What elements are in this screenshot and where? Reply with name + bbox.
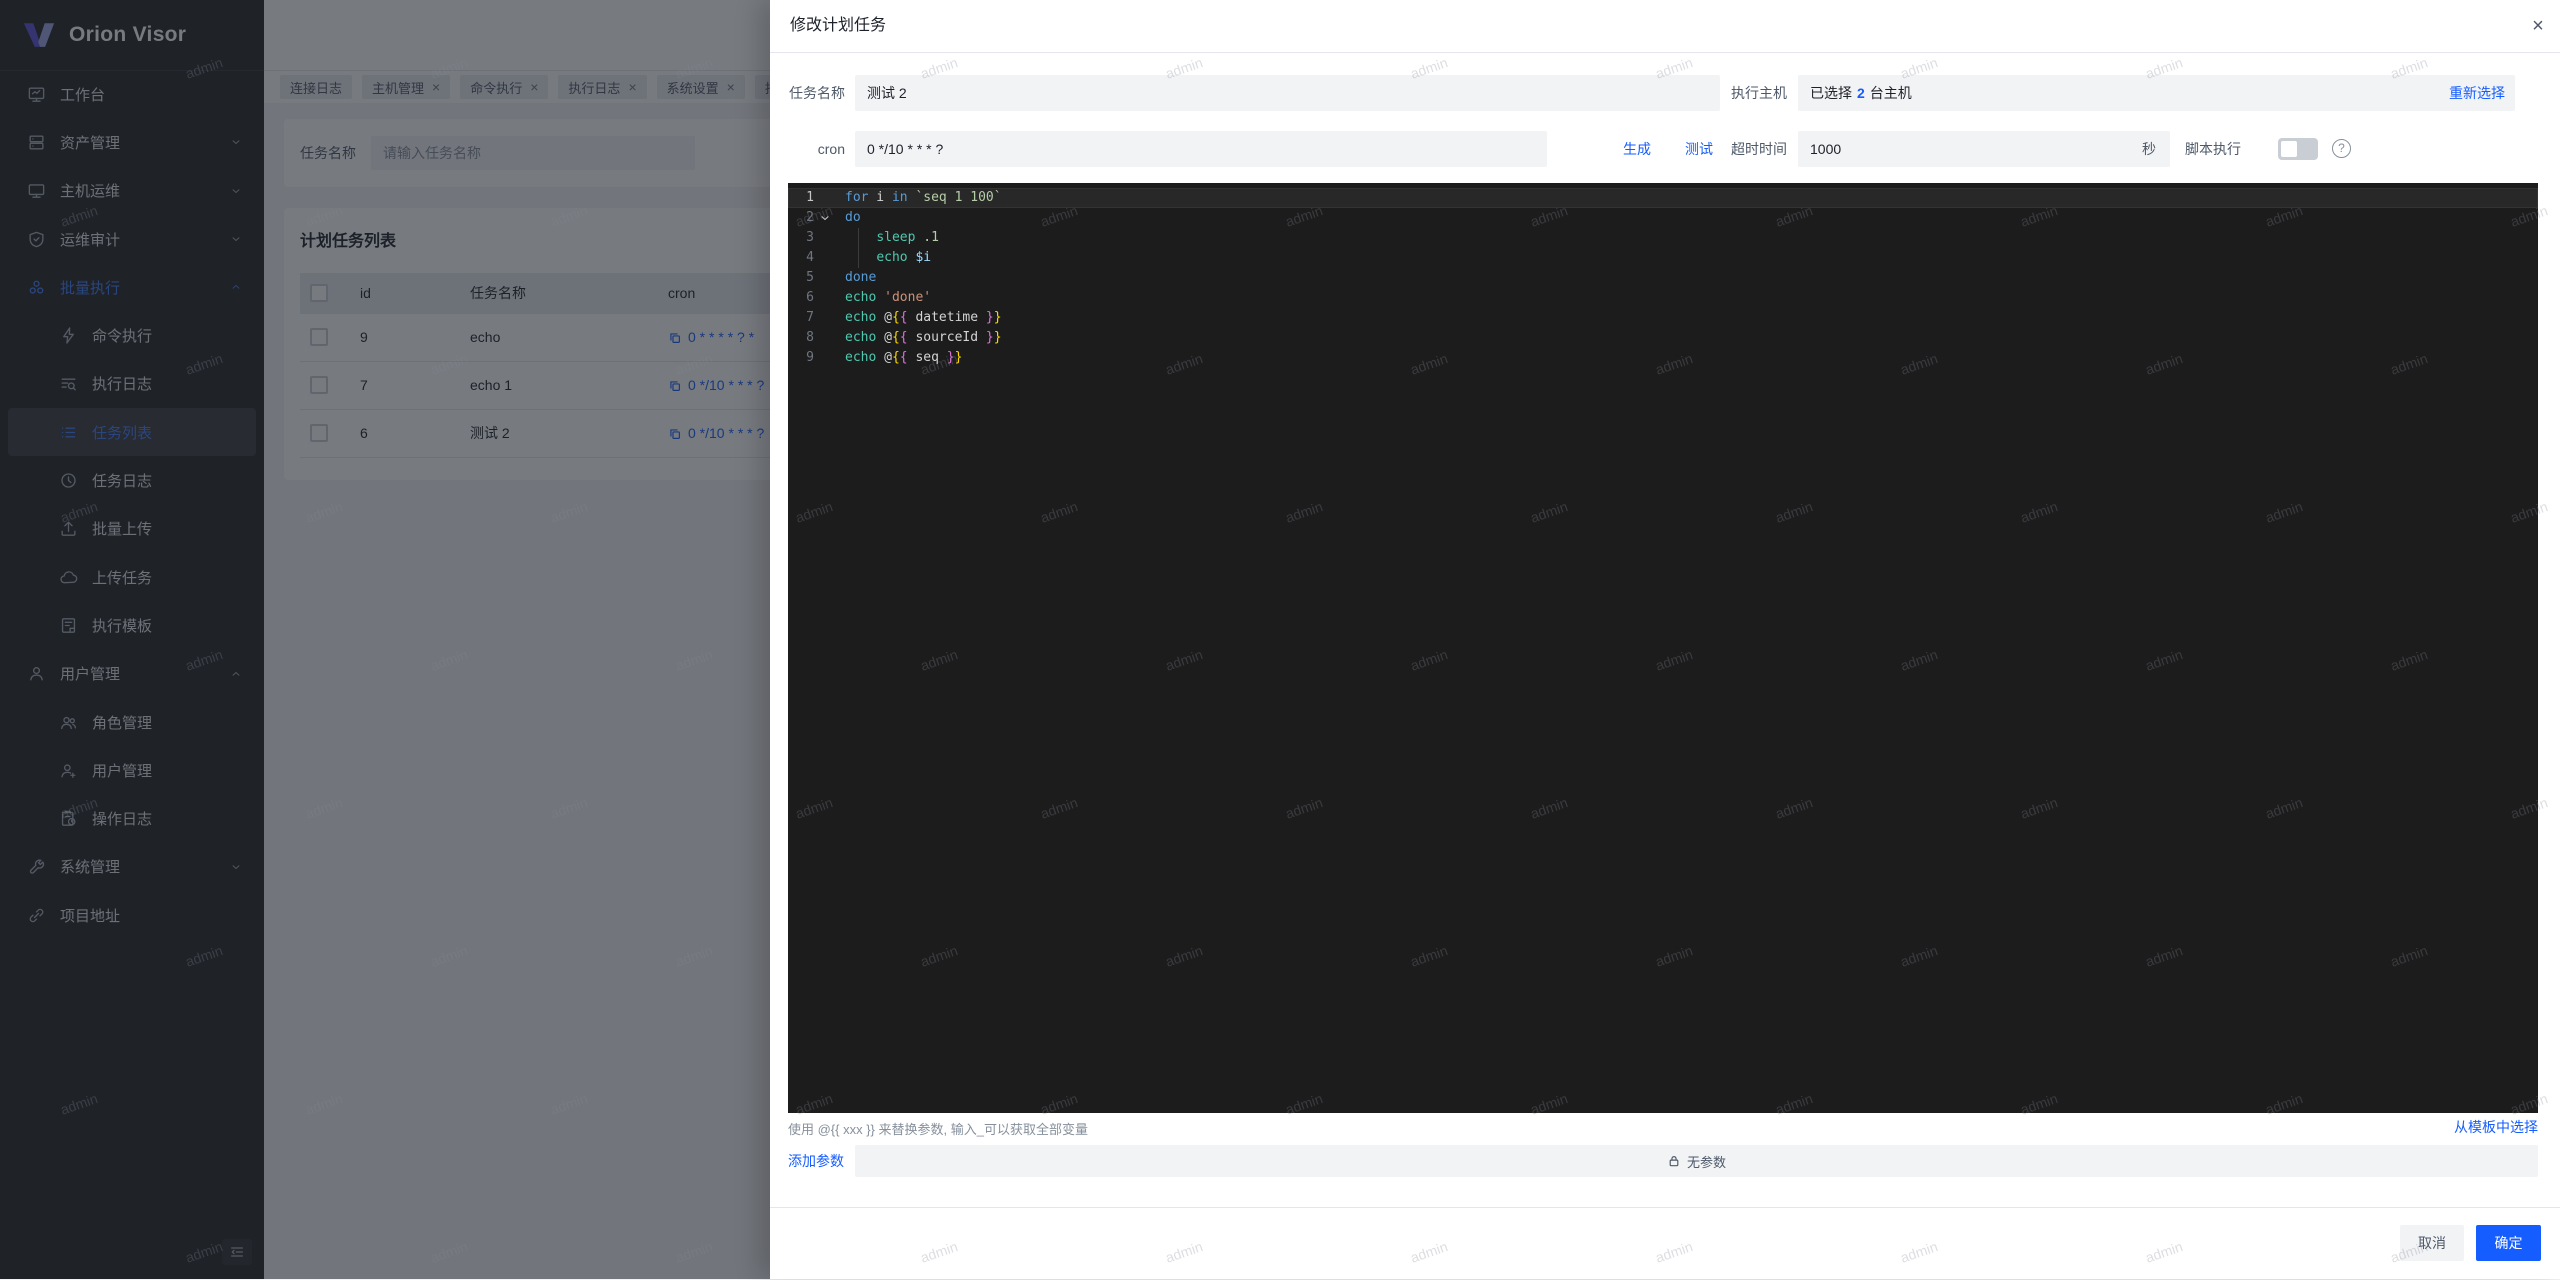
- task-name-input[interactable]: [855, 75, 1720, 111]
- host-selected-count: 2: [1857, 85, 1865, 101]
- help-icon[interactable]: ?: [2332, 139, 2351, 158]
- drawer-title: 修改计划任务: [790, 0, 886, 52]
- timeout-input[interactable]: [1798, 131, 2170, 167]
- host-selected-suffix: 台主机: [1870, 85, 1912, 101]
- code-line-7[interactable]: 7 echo @{{ datetime }}: [788, 308, 2538, 328]
- line-number: 4: [788, 248, 814, 268]
- confirm-button[interactable]: 确定: [2476, 1225, 2541, 1261]
- lock-icon: [1667, 1154, 1681, 1168]
- code-text: done: [845, 270, 876, 285]
- code-line-9[interactable]: 9 echo @{{ seq }}: [788, 348, 2538, 368]
- code-text: echo @{{ seq }}: [845, 350, 962, 365]
- task-name-label: 任务名称: [788, 75, 845, 111]
- code-editor[interactable]: 1for i in `seq 1 100`2do3 sleep .14 echo…: [788, 183, 2538, 1113]
- code-line-1[interactable]: 1 for i in `seq 1 100`: [788, 188, 2538, 208]
- line-number: 7: [788, 308, 814, 328]
- code-text: echo @{{ datetime }}: [845, 310, 1002, 325]
- code-text: sleep .1: [845, 230, 939, 245]
- line-number: 2: [788, 208, 814, 228]
- timeout-label: 超时时间: [1727, 131, 1787, 167]
- reselect-host-link[interactable]: 重新选择: [2449, 75, 2505, 111]
- line-number: 9: [788, 348, 814, 368]
- script-exec-label: 脚本执行: [2185, 131, 2265, 167]
- code-line-3[interactable]: 3 sleep .1: [788, 228, 2538, 248]
- timeout-unit: 秒: [2142, 131, 2156, 167]
- line-number: 3: [788, 228, 814, 248]
- no-param-label: 无参数: [1687, 1152, 1726, 1171]
- no-param-bar: 无参数: [855, 1145, 2538, 1177]
- code-text: do: [845, 210, 861, 225]
- code-text: echo @{{ sourceId }}: [845, 330, 1002, 345]
- code-line-4[interactable]: 4 echo $i: [788, 248, 2538, 268]
- cron-generate-link[interactable]: 生成: [1623, 131, 1651, 167]
- param-hint-text: 使用 @{{ xxx }} 来替换参数, 输入_可以获取全部变量: [788, 1119, 1088, 1138]
- drawer-header: 修改计划任务 ×: [770, 0, 2560, 53]
- cron-label: cron: [788, 131, 845, 167]
- select-from-template-link[interactable]: 从模板中选择: [2454, 1117, 2538, 1137]
- drawer-footer: 取消 确定: [770, 1207, 2560, 1280]
- fold-chevron-icon[interactable]: [819, 212, 831, 224]
- host-selected-prefix: 已选择: [1810, 85, 1852, 101]
- cron-test-link[interactable]: 测试: [1685, 131, 1713, 167]
- edit-task-drawer: 修改计划任务 × 任务名称 执行主机 已选择2台主机 重新选择 cron 生成 …: [770, 0, 2560, 1279]
- code-text: echo 'done': [845, 290, 931, 305]
- exec-host-label: 执行主机: [1727, 75, 1787, 111]
- toggle-knob: [2281, 141, 2297, 157]
- add-param-link[interactable]: 添加参数: [788, 1145, 844, 1177]
- script-exec-toggle[interactable]: [2278, 138, 2318, 160]
- host-select-field[interactable]: 已选择 2 台主机 重新选择: [1798, 75, 2515, 111]
- cron-input[interactable]: [855, 131, 1547, 167]
- code-line-5[interactable]: 5 done: [788, 268, 2538, 288]
- cancel-button[interactable]: 取消: [2400, 1225, 2464, 1261]
- line-number: 6: [788, 288, 814, 308]
- line-number: 5: [788, 268, 814, 288]
- code-line-8[interactable]: 8 echo @{{ sourceId }}: [788, 328, 2538, 348]
- close-icon[interactable]: ×: [2524, 12, 2552, 40]
- code-text: for i in `seq 1 100`: [845, 190, 1002, 205]
- code-text: echo $i: [845, 250, 931, 265]
- code-line-6[interactable]: 6 echo 'done': [788, 288, 2538, 308]
- line-number: 8: [788, 328, 814, 348]
- code-line-2[interactable]: 2 do: [788, 208, 2538, 228]
- line-number: 1: [788, 188, 814, 208]
